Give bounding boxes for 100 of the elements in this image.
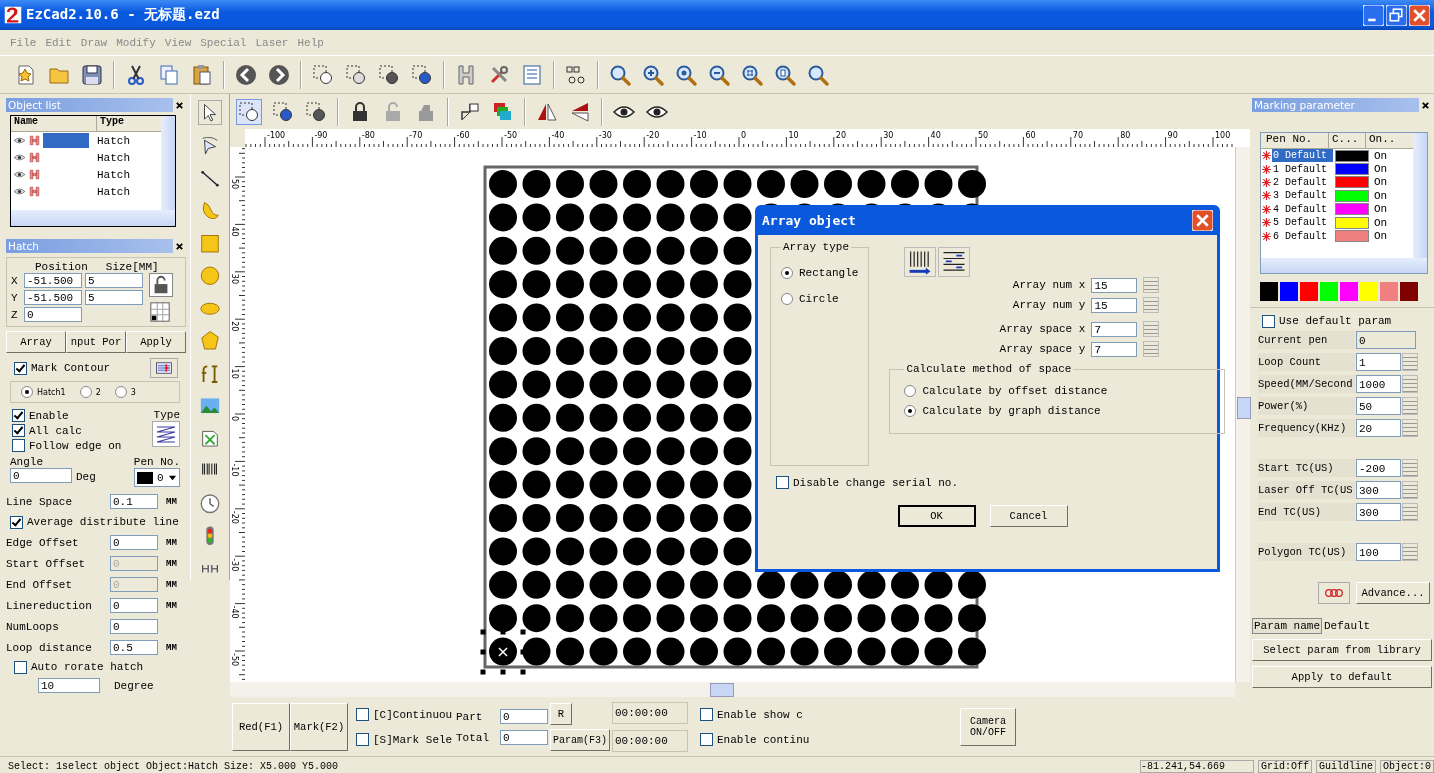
column-header[interactable]: Name: [11, 116, 97, 131]
radio-button[interactable]: [21, 386, 33, 398]
paste-icon[interactable]: [190, 62, 214, 87]
column-header[interactable]: Pen No.: [1261, 133, 1329, 148]
selection-handles[interactable]: [480, 629, 526, 675]
color-swatch[interactable]: [1320, 282, 1338, 301]
table-cell[interactable]: Hatch: [89, 151, 130, 164]
status-item[interactable]: Object:0: [1380, 759, 1434, 773]
column-array-icon[interactable]: [904, 247, 937, 277]
checkbox[interactable]: [700, 733, 713, 746]
input-field[interactable]: 15: [1091, 297, 1138, 313]
input-field[interactable]: -51.500: [24, 290, 82, 305]
polygon-icon[interactable]: [199, 329, 221, 353]
group-icon[interactable]: [410, 62, 434, 87]
radio-button[interactable]: [904, 405, 917, 417]
checkbox[interactable]: [776, 476, 789, 489]
group-icon[interactable]: [311, 62, 335, 87]
input-field[interactable]: 0: [10, 468, 72, 483]
input-field[interactable]: 5: [85, 273, 143, 288]
pointer-icon[interactable]: [198, 100, 222, 126]
input-field[interactable]: 300: [1356, 481, 1401, 499]
checkbox[interactable]: [12, 439, 25, 452]
input-field[interactable]: 0.1: [110, 494, 158, 509]
param-button[interactable]: Param(F3): [550, 729, 610, 751]
pen-name[interactable]: 1 Default: [1272, 162, 1333, 176]
input-field[interactable]: 20: [1356, 419, 1401, 437]
eye-icon[interactable]: [13, 134, 26, 147]
status-item[interactable]: Guildline: [1315, 759, 1376, 773]
circle-icon[interactable]: [199, 264, 221, 288]
camera-button[interactable]: Camera ON/OFF: [960, 708, 1016, 746]
library-button[interactable]: Apply to default: [1252, 666, 1432, 688]
color-swatch[interactable]: [1400, 282, 1418, 301]
close-button[interactable]: [1192, 209, 1213, 231]
color-swatch[interactable]: [1300, 282, 1318, 301]
pen-name[interactable]: 4 Default: [1272, 202, 1333, 216]
mark-button[interactable]: Red(F1): [232, 703, 290, 751]
dialog-button[interactable]: Cancel: [989, 505, 1068, 527]
color-swatch[interactable]: [1360, 282, 1378, 301]
dialog-button[interactable]: OK: [897, 505, 976, 527]
mark-button[interactable]: Mark(F2): [290, 703, 348, 751]
input-field[interactable]: 5: [85, 290, 143, 305]
close-button[interactable]: [1409, 4, 1430, 26]
radio-button[interactable]: [781, 267, 793, 279]
checkbox[interactable]: [700, 708, 713, 721]
zigzag-icon[interactable]: [152, 421, 180, 447]
select-shapes-icon[interactable]: [271, 99, 295, 124]
pen-name[interactable]: 5 Default: [1272, 216, 1333, 230]
pen-dropdown[interactable]: 0: [134, 468, 180, 487]
pen-name[interactable]: 0 Default: [1272, 149, 1333, 163]
input-field[interactable]: 0: [110, 619, 158, 634]
checkbox[interactable]: [12, 409, 25, 422]
group-icon[interactable]: [377, 62, 401, 87]
input-field[interactable]: 1: [1356, 353, 1401, 371]
close-icon[interactable]: [175, 100, 184, 110]
contour-icon[interactable]: [150, 358, 178, 378]
input-field[interactable]: 0: [24, 307, 82, 322]
checkbox[interactable]: [1262, 314, 1275, 328]
column-header[interactable]: Type: [97, 116, 124, 131]
radio-button[interactable]: [79, 386, 92, 398]
close-icon[interactable]: [1421, 100, 1430, 110]
color-swatch[interactable]: [1380, 282, 1398, 301]
eye-icon[interactable]: [13, 151, 26, 164]
close-icon[interactable]: [175, 241, 184, 251]
input-field[interactable]: 7: [1091, 341, 1138, 357]
save-icon[interactable]: [80, 62, 104, 87]
input-field[interactable]: 0: [500, 709, 548, 724]
status-item[interactable]: Grid:Off: [1257, 759, 1312, 773]
color-swatch[interactable]: [1280, 282, 1298, 301]
radio-button[interactable]: [904, 385, 917, 397]
checkbox[interactable]: [14, 361, 27, 375]
radio-button[interactable]: [114, 386, 127, 398]
radio-button[interactable]: [781, 293, 793, 305]
checkbox[interactable]: [10, 515, 23, 529]
lock-icon[interactable]: [149, 273, 173, 297]
column-header[interactable]: On..: [1366, 133, 1396, 148]
minimize-button[interactable]: [1363, 4, 1384, 26]
reset-button[interactable]: R: [550, 703, 572, 725]
input-field[interactable]: 100: [1356, 543, 1401, 561]
table-cell[interactable]: Hatch: [89, 168, 130, 181]
input-field[interactable]: 0: [110, 598, 158, 613]
group-icon[interactable]: [344, 62, 368, 87]
pen-name[interactable]: 6 Default: [1272, 229, 1333, 243]
color-swatch[interactable]: [1340, 282, 1358, 301]
restore-button[interactable]: [1386, 4, 1407, 26]
input-field[interactable]: -200: [1356, 459, 1401, 477]
input-field[interactable]: 300: [1356, 503, 1401, 521]
pen-name[interactable]: 2 Default: [1272, 175, 1333, 189]
library-button[interactable]: Select param from library: [1252, 639, 1432, 661]
select-shapes-icon[interactable]: [236, 98, 262, 125]
input-field[interactable]: 50: [1356, 397, 1401, 415]
input-field[interactable]: 0: [110, 535, 158, 550]
input-field[interactable]: -51.500: [24, 273, 82, 288]
table-cell[interactable]: Hatch: [89, 134, 130, 147]
column-header[interactable]: C...: [1329, 133, 1366, 148]
table-cell[interactable]: Hatch: [89, 185, 130, 198]
input-field[interactable]: 1000: [1356, 375, 1401, 393]
list-icon[interactable]: [520, 62, 544, 87]
color-swatch[interactable]: [1260, 282, 1278, 301]
dot-array-drawing[interactable]: [757, 170, 986, 198]
input-field[interactable]: 7: [1091, 321, 1138, 337]
